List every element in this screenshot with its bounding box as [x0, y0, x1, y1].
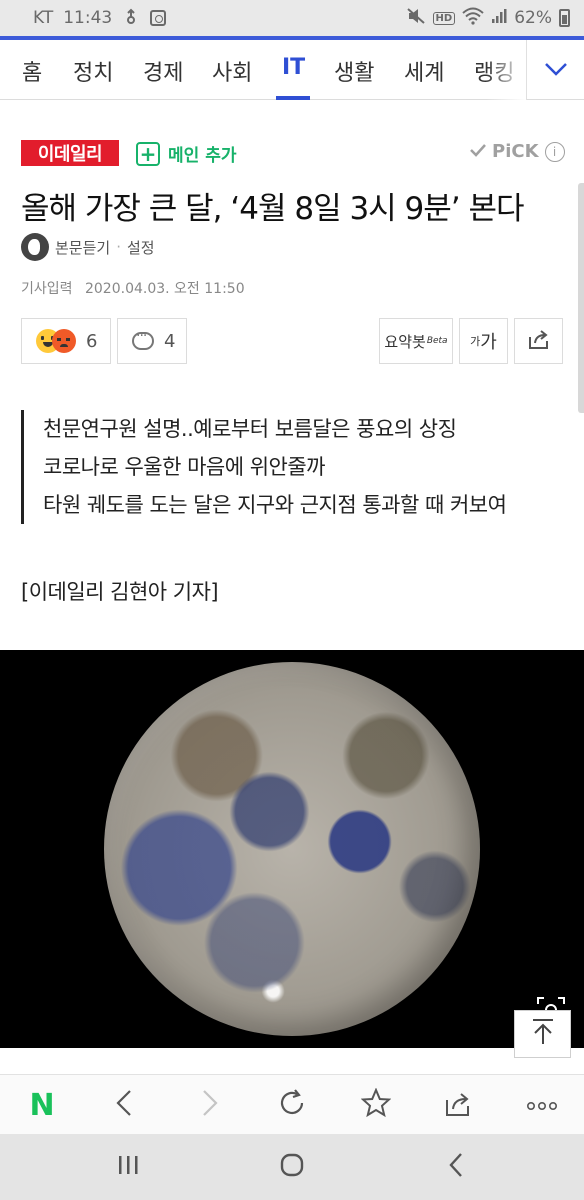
beta-label: Beta	[426, 336, 448, 346]
scroll-to-top-button[interactable]	[514, 1010, 571, 1058]
listen-button[interactable]: 본문듣기	[55, 237, 110, 258]
signal-icon	[491, 8, 507, 29]
tab-economy[interactable]: 경제	[143, 55, 183, 87]
tab-politics[interactable]: 정치	[73, 55, 113, 87]
article-headline: 올해 가장 큰 달, ‘4월 8일 3시 9분’ 본다	[21, 191, 525, 227]
browser-toolbar: N	[0, 1074, 584, 1134]
star-icon	[360, 1087, 392, 1122]
listen-row: 본문듣기 · 설정	[21, 233, 155, 261]
article-date: 기사입력 2020.04.03. 오전 11:50	[21, 278, 245, 298]
add-to-main-button[interactable]: + 메인 추가	[136, 141, 236, 166]
screen-record-icon	[150, 10, 167, 26]
full-moon-image	[104, 662, 480, 1036]
comment-bubble-icon	[132, 328, 154, 350]
date-label: 기사입력	[21, 281, 73, 297]
share-icon	[443, 1089, 473, 1121]
home-button[interactable]	[272, 1150, 312, 1184]
back-button[interactable]	[104, 1087, 144, 1123]
tab-life[interactable]: 생활	[334, 55, 374, 87]
system-navigation-bar	[0, 1134, 584, 1200]
article-summary: 천문연구원 설명..예로부터 보름달은 풍요의 상징 코로나로 우울한 마음에 …	[21, 410, 507, 524]
more-dots-icon	[526, 1096, 558, 1115]
article-photo[interactable]	[0, 650, 584, 1048]
forward-button[interactable]	[190, 1087, 230, 1123]
info-icon[interactable]: i	[544, 141, 565, 162]
pick-label: PiCK	[492, 141, 539, 162]
plus-icon: +	[136, 141, 160, 166]
article-byline: [이데일리 김현아 기자]	[21, 580, 219, 604]
status-bar: KT 11:43 HD 62%	[0, 0, 584, 36]
comment-button[interactable]: 4	[117, 318, 187, 364]
refresh-button[interactable]	[272, 1087, 312, 1123]
angry-emoji-icon	[52, 329, 76, 353]
reaction-button[interactable]: 6	[21, 318, 111, 364]
pick-badge[interactable]: PiCK i	[470, 141, 565, 162]
summary-bot-button[interactable]: 요약봇 Beta	[379, 318, 453, 364]
summary-line: 천문연구원 설명..예로부터 보름달은 풍요의 상징	[43, 417, 457, 441]
tab-society[interactable]: 사회	[212, 55, 252, 87]
tab-world[interactable]: 세계	[404, 55, 444, 87]
chevron-down-icon	[544, 61, 568, 80]
share-icon	[527, 328, 551, 354]
wifi-icon	[462, 7, 484, 30]
font-small-glyph: 가	[470, 335, 481, 348]
category-more-button[interactable]	[526, 40, 584, 100]
comment-count: 4	[164, 330, 176, 352]
mute-icon	[406, 7, 426, 30]
category-nav: 홈 정치 경제 사회 IT 생활 세계 랭킹	[0, 40, 584, 100]
home-icon	[279, 1152, 305, 1182]
summary-line: 코로나로 우울한 마음에 위안줄까	[43, 455, 326, 479]
naver-home-button[interactable]: N	[22, 1087, 62, 1123]
share-button[interactable]	[438, 1087, 478, 1123]
battery-percent: 62%	[514, 8, 552, 28]
battery-icon	[559, 9, 570, 27]
add-to-main-label: 메인 추가	[168, 146, 237, 166]
system-back-button[interactable]	[436, 1150, 476, 1184]
back-icon	[116, 1089, 132, 1121]
tts-speaker-icon[interactable]	[21, 233, 49, 261]
check-icon	[470, 141, 486, 162]
active-tab-indicator	[276, 96, 310, 100]
recent-apps-icon	[116, 1154, 140, 1180]
more-button[interactable]	[522, 1087, 562, 1123]
carrier-label: KT	[33, 8, 54, 28]
tab-it[interactable]: IT	[282, 55, 305, 80]
scrollbar-thumb[interactable]	[578, 183, 584, 413]
font-large-glyph: 가	[480, 332, 497, 353]
article-share-button[interactable]	[514, 318, 563, 364]
font-size-button[interactable]: 가가	[459, 318, 508, 364]
refresh-icon	[277, 1088, 307, 1122]
date-value: 2020.04.03. 오전 11:50	[84, 281, 245, 297]
tab-home[interactable]: 홈	[22, 55, 42, 87]
hd-icon: HD	[432, 11, 456, 25]
clock: 11:43	[63, 8, 113, 28]
bookmark-button[interactable]	[356, 1087, 396, 1123]
forward-icon	[202, 1089, 218, 1121]
naver-logo: N	[29, 1087, 55, 1123]
settings-link[interactable]: 설정	[127, 237, 155, 258]
summary-bot-label: 요약봇	[384, 332, 426, 351]
separator: ·	[116, 238, 121, 256]
back-icon	[448, 1152, 464, 1182]
usb-icon	[122, 7, 140, 30]
press-logo[interactable]: 이데일리	[21, 140, 119, 166]
arrow-up-to-top-icon	[530, 1018, 556, 1050]
recent-apps-button[interactable]	[108, 1150, 148, 1184]
reaction-count: 6	[86, 330, 98, 352]
summary-line: 타원 궤도를 도는 달은 지구와 근지점 통과할 때 커보여	[43, 493, 507, 517]
